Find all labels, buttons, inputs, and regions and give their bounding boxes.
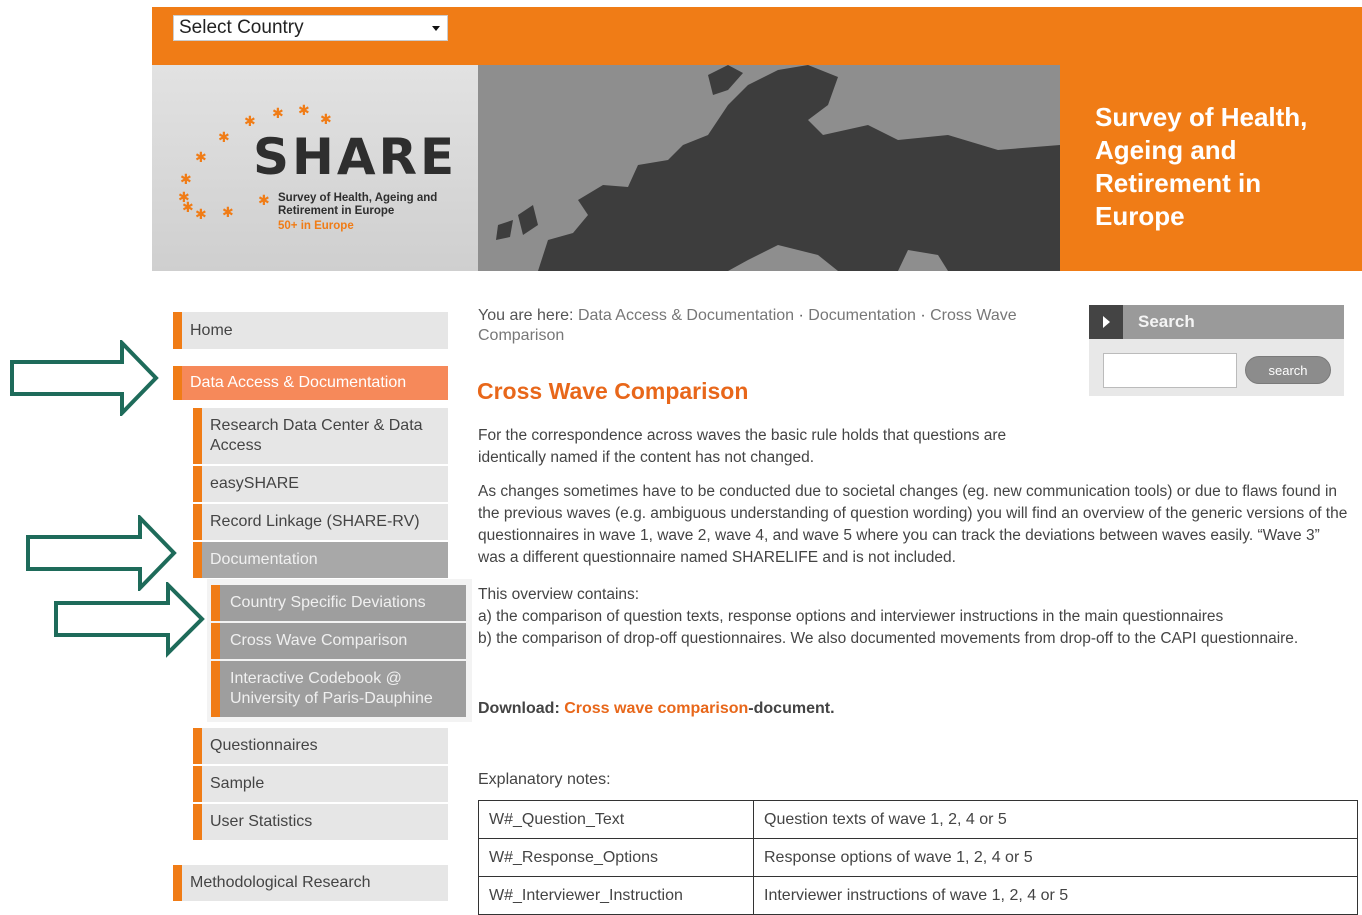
breadcrumb-separator: · — [915, 307, 931, 324]
sidebar-item-interactive-codebook[interactable]: Interactive Codebook @ University of Par… — [211, 661, 466, 717]
search-button[interactable]: search — [1245, 356, 1331, 384]
search-input[interactable] — [1103, 353, 1237, 388]
table-cell-key: W#_Question_Text — [478, 800, 754, 839]
europe-map-image — [478, 65, 1060, 271]
sidebar-item-cross-wave[interactable]: Cross Wave Comparison — [211, 623, 466, 659]
explanatory-notes-heading: Explanatory notes: — [478, 771, 611, 788]
sidebar-item-label: Interactive Codebook @ University of Par… — [230, 670, 433, 707]
logo-tagline: 50+ in Europe — [278, 220, 354, 232]
sidebar-item-sample[interactable]: Sample — [193, 766, 448, 802]
table-row: W#_Response_Options Response options of … — [478, 838, 1358, 877]
sidebar-item-label: Record Linkage (SHARE-RV) — [210, 513, 420, 530]
sidebar-item-methodological[interactable]: Methodological Research — [173, 865, 448, 901]
sidebar-item-country-deviations[interactable]: Country Specific Deviations — [211, 585, 466, 621]
country-select-label: Select Country — [179, 17, 304, 38]
explanatory-notes-table: W#_Question_Text Question texts of wave … — [478, 800, 1358, 915]
sidebar-item-label: Research Data Center & Data Access — [210, 417, 423, 454]
sidebar-item-label: Home — [190, 321, 233, 339]
page-title: Cross Wave Comparison — [477, 378, 749, 404]
annotation-arrow-icon — [10, 340, 159, 416]
sidebar-item-label: Methodological Research — [190, 874, 371, 891]
intro-paragraph: For the correspondence across waves the … — [478, 427, 1007, 466]
search-heading: Search — [1138, 312, 1195, 331]
table-cell-key: W#_Response_Options — [478, 838, 754, 877]
dropdown-caret-icon — [432, 26, 440, 31]
table-cell-value: Interviewer instructions of wave 1, 2, 4… — [753, 876, 1358, 915]
play-triangle-icon — [1103, 316, 1110, 328]
sidebar-item-label: Questionnaires — [210, 737, 318, 754]
sidebar-item-home[interactable]: Home — [173, 312, 448, 349]
search-toggle[interactable] — [1089, 305, 1123, 339]
changes-paragraph: As changes sometimes have to be conducte… — [478, 483, 1348, 566]
sidebar-item-label: Country Specific Deviations — [230, 594, 426, 611]
sidebar-item-easyshare[interactable]: easySHARE — [193, 466, 448, 502]
overview-item-a: a) the comparison of question texts, res… — [478, 608, 1224, 625]
sidebar-item-label: User Statistics — [210, 813, 313, 830]
annotation-arrow-icon — [26, 515, 177, 591]
share-logo: SHARE — [253, 128, 458, 186]
sidebar-item-label: easySHARE — [210, 475, 299, 492]
table-row: W#_Question_Text Question texts of wave … — [478, 800, 1358, 839]
breadcrumb-link-data-access[interactable]: Data Access & Documentation — [578, 307, 794, 324]
sidebar-item-data-access[interactable]: Data Access & Documentation — [173, 366, 448, 400]
table-cell-value: Response options of wave 1, 2, 4 or 5 — [753, 838, 1358, 877]
download-prefix: Download: — [478, 700, 565, 717]
breadcrumb: You are here: Data Access & Documentatio… — [478, 306, 1058, 346]
sidebar-item-record-linkage[interactable]: Record Linkage (SHARE-RV) — [193, 504, 448, 540]
search-header: Search — [1089, 305, 1344, 339]
sidebar-item-user-statistics[interactable]: User Statistics — [193, 804, 448, 840]
overview-paragraph: This overview contains: a) the compariso… — [478, 584, 1350, 650]
sidebar-item-research-data-center[interactable]: Research Data Center & Data Access — [193, 408, 448, 464]
logo-subtitle: Survey of Health, Ageing and Retirement … — [278, 192, 438, 217]
sidebar-item-label: Cross Wave Comparison — [230, 632, 408, 649]
download-line: Download: Cross wave comparison-document… — [478, 700, 835, 718]
table-cell-key: W#_Interviewer_Instruction — [478, 876, 754, 915]
download-link[interactable]: Cross wave comparison — [564, 700, 748, 717]
sidebar-item-questionnaires[interactable]: Questionnaires — [193, 728, 448, 764]
sidebar-item-label: Documentation — [210, 551, 318, 568]
banner-title: Survey of Health, Ageing and Retirement … — [1095, 102, 1308, 231]
overview-intro: This overview contains: — [478, 586, 640, 603]
table-row: W#_Interviewer_Instruction Interviewer i… — [478, 876, 1358, 915]
sidebar-item-label: Sample — [210, 775, 265, 792]
overview-item-b: b) the comparison of drop-off questionna… — [478, 630, 1299, 647]
country-select[interactable]: Select Country — [173, 15, 448, 41]
breadcrumb-prefix: You are here: — [478, 307, 578, 324]
download-suffix: -document. — [748, 700, 835, 717]
sidebar-item-label: Data Access & Documentation — [190, 374, 407, 391]
table-cell-value: Question texts of wave 1, 2, 4 or 5 — [753, 800, 1358, 839]
breadcrumb-link-documentation[interactable]: Documentation — [808, 307, 916, 324]
annotation-arrow-icon — [54, 582, 205, 658]
sidebar-item-documentation[interactable]: Documentation — [193, 542, 448, 578]
breadcrumb-separator: · — [794, 307, 809, 324]
